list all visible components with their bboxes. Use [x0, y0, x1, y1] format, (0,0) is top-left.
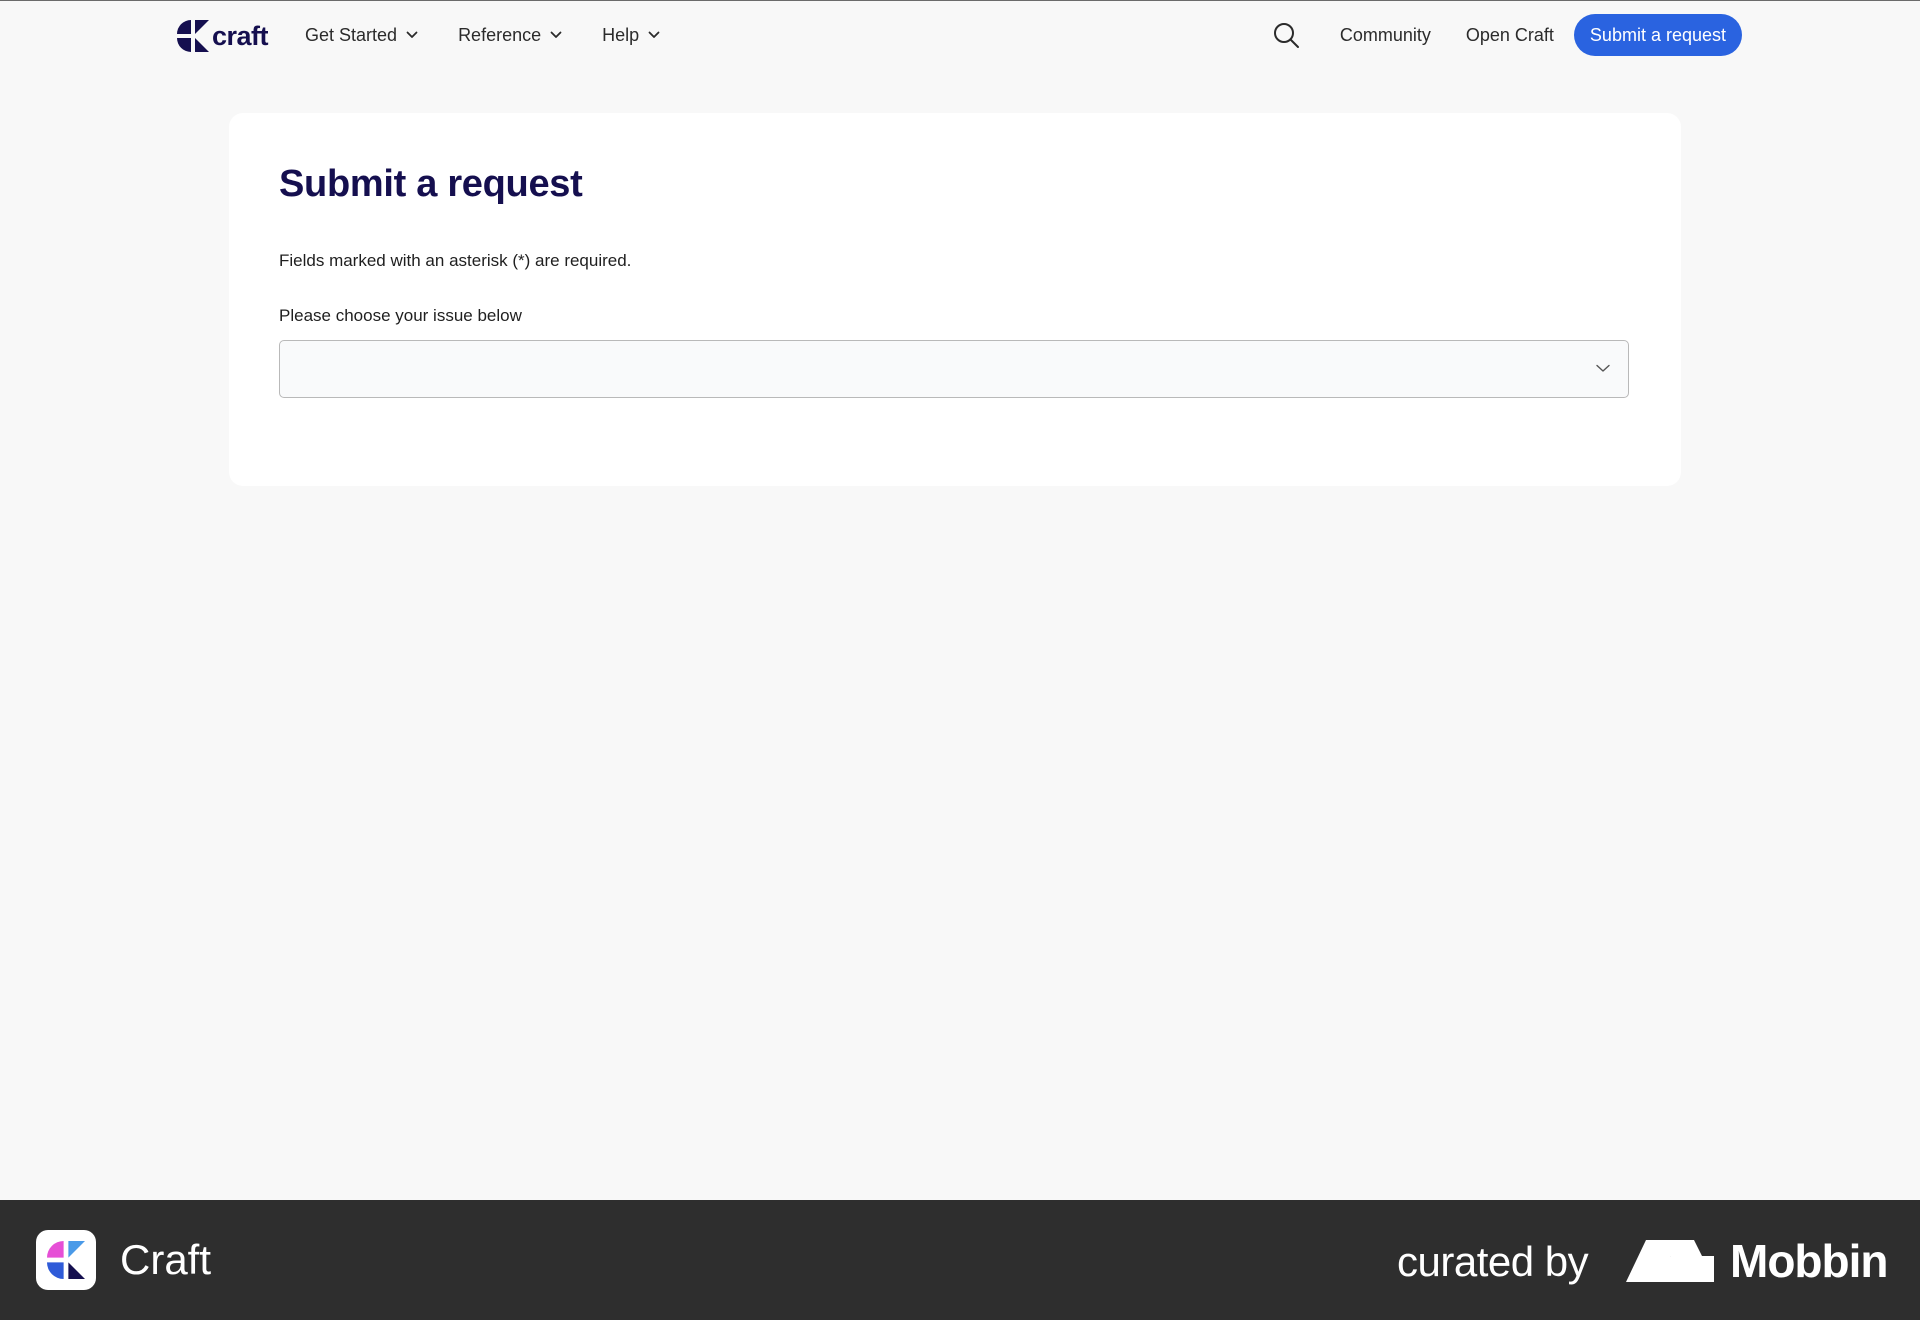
- nav-get-started[interactable]: Get Started: [305, 25, 418, 46]
- mobbin-logo-icon: [1626, 1240, 1714, 1282]
- open-craft-link[interactable]: Open Craft: [1466, 25, 1554, 46]
- required-fields-note: Fields marked with an asterisk (*) are r…: [279, 251, 632, 270]
- nav-help[interactable]: Help: [602, 25, 660, 46]
- request-form-card: Submit a request Fields marked with an a…: [229, 113, 1681, 486]
- craft-logo[interactable]: craft: [177, 19, 269, 53]
- search-icon: [1274, 22, 1300, 48]
- chevron-down-icon: [1596, 364, 1610, 372]
- craft-logo-icon: [177, 20, 209, 52]
- chevron-down-icon: [550, 31, 562, 38]
- search-button[interactable]: [1272, 20, 1302, 50]
- nav-reference[interactable]: Reference: [458, 25, 562, 46]
- page-title: Submit a request: [279, 163, 583, 205]
- nav-reference-label: Reference: [458, 24, 542, 45]
- craft-app-icon: [36, 1230, 96, 1290]
- chevron-down-icon: [406, 31, 418, 38]
- app-name: Craft: [120, 1236, 212, 1283]
- mobbin-wordmark: Mobbin: [1730, 1235, 1888, 1287]
- mobbin-footer-bar: Craft curated by Mobbin: [0, 1200, 1920, 1320]
- curated-by-text: curated by: [1397, 1238, 1589, 1285]
- main-nav: Get Started Reference Help: [305, 1, 700, 69]
- submit-request-button[interactable]: Submit a request: [1573, 14, 1742, 56]
- community-link[interactable]: Community: [1340, 25, 1431, 46]
- site-header: craft Get Started Reference Help Communi…: [0, 1, 1920, 69]
- craft-app-logo-icon: [47, 1241, 85, 1279]
- chevron-down-icon: [648, 31, 660, 38]
- header-actions: Community Open Craft Submit a request: [1272, 1, 1742, 69]
- nav-get-started-label: Get Started: [305, 24, 398, 45]
- nav-help-label: Help: [602, 24, 640, 45]
- logo-wordmark: craft: [212, 20, 269, 51]
- issue-select-label: Please choose your issue below: [279, 306, 522, 325]
- mobbin-logo: Mobbin: [1626, 1234, 1888, 1288]
- issue-select[interactable]: [279, 340, 1629, 398]
